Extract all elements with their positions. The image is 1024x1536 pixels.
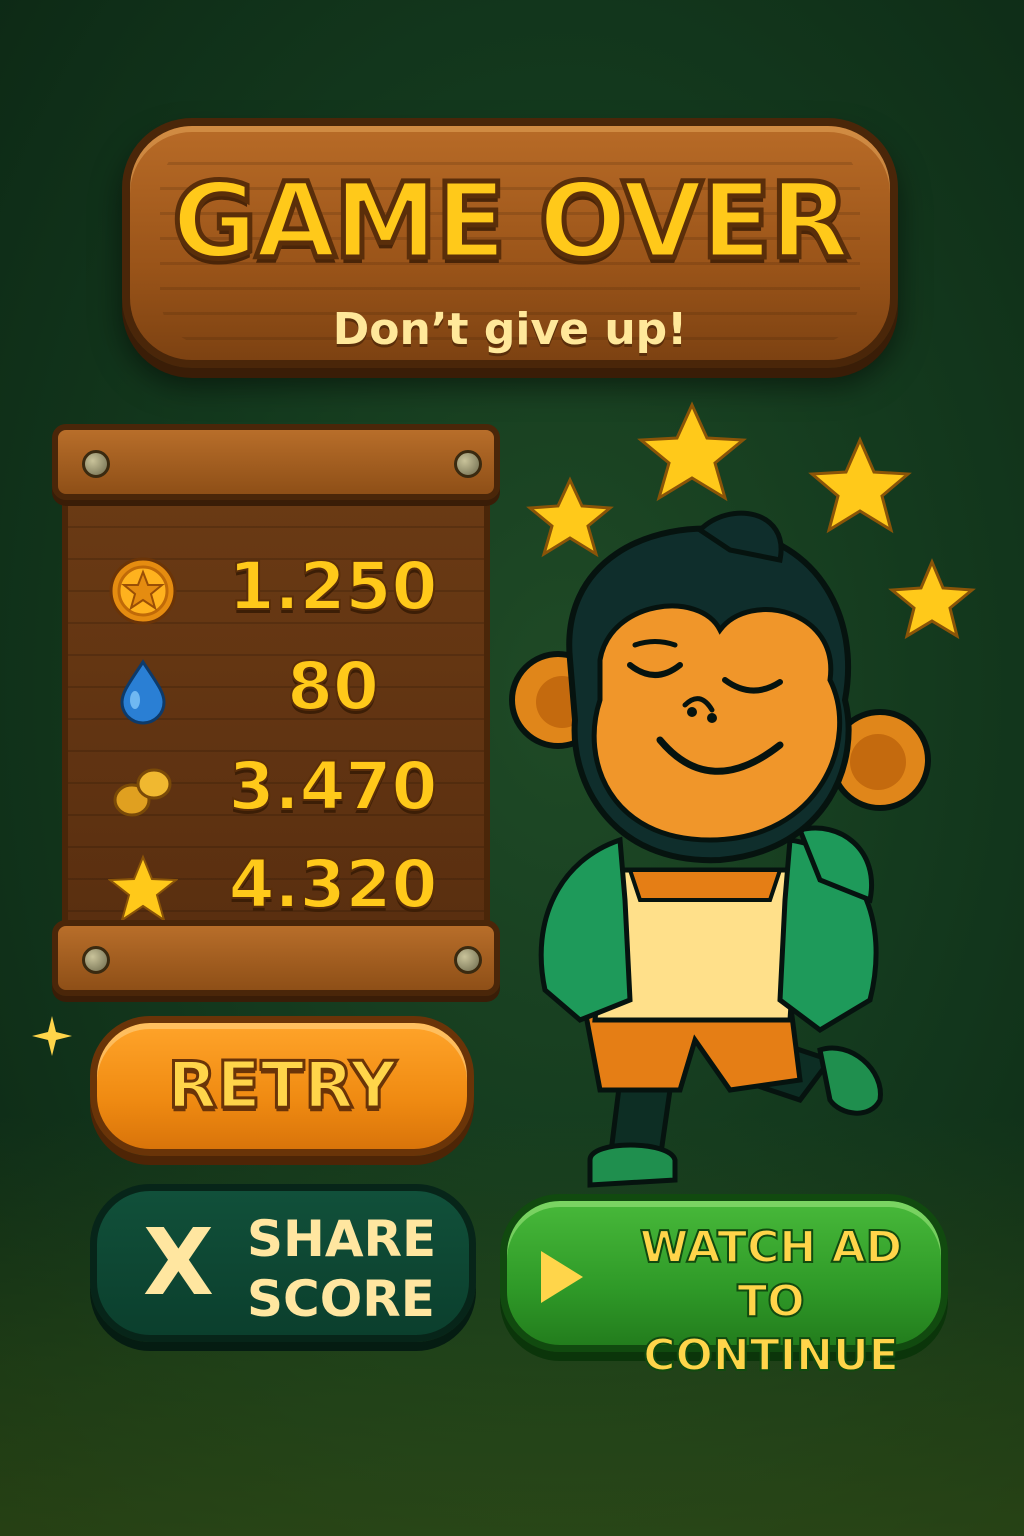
stat-row-coins: 1.250 xyxy=(68,544,496,634)
title-sign: GAME OVER Don’t give up! xyxy=(122,118,898,368)
play-icon xyxy=(541,1251,583,1303)
sparkle-icon xyxy=(32,1016,72,1056)
bolt-icon xyxy=(82,450,110,478)
retry-button[interactable]: RETRY xyxy=(90,1016,474,1156)
coin-icon xyxy=(109,557,177,625)
stat-row-drops: 80 xyxy=(68,644,496,734)
stats-panel: 1.250 80 3.470 4.320 xyxy=(62,490,490,928)
bolt-icon xyxy=(82,946,110,974)
x-logo-icon: X xyxy=(143,1209,214,1316)
board-bottom-plank xyxy=(52,920,500,996)
drops-value: 80 xyxy=(286,647,380,726)
retry-label: RETRY xyxy=(166,1048,398,1125)
board-top-plank xyxy=(52,424,500,500)
nuggets-value: 3.470 xyxy=(228,747,439,826)
watch-ad-line2: TO CONTINUE xyxy=(642,1275,900,1382)
monkey-character xyxy=(509,401,976,1188)
share-label: SHARE SCORE xyxy=(247,1209,447,1329)
water-drop-icon xyxy=(120,659,166,725)
share-label-line1: SHARE xyxy=(247,1210,437,1268)
star-icon xyxy=(108,854,178,923)
bolt-icon xyxy=(454,946,482,974)
stars-value: 4.320 xyxy=(228,845,439,924)
stat-row-stars: 4.320 xyxy=(68,842,496,932)
nuggets-icon xyxy=(113,768,172,817)
coins-value: 1.250 xyxy=(228,547,439,626)
stat-row-nuggets: 3.470 xyxy=(68,744,496,834)
share-score-button[interactable]: X SHARE SCORE xyxy=(90,1184,476,1342)
watch-ad-button[interactable]: WATCH AD TO CONTINUE xyxy=(500,1194,948,1382)
subtitle: Don’t give up! xyxy=(332,304,688,355)
game-over-title: GAME OVER xyxy=(170,158,853,285)
stats-board: 1.250 80 3.470 4.320 xyxy=(52,424,500,996)
bolt-icon xyxy=(454,450,482,478)
watch-ad-label: WATCH AD TO CONTINUE xyxy=(611,1221,931,1383)
watch-ad-line1: WATCH AD xyxy=(639,1221,903,1274)
share-label-line2: SCORE xyxy=(247,1270,435,1328)
